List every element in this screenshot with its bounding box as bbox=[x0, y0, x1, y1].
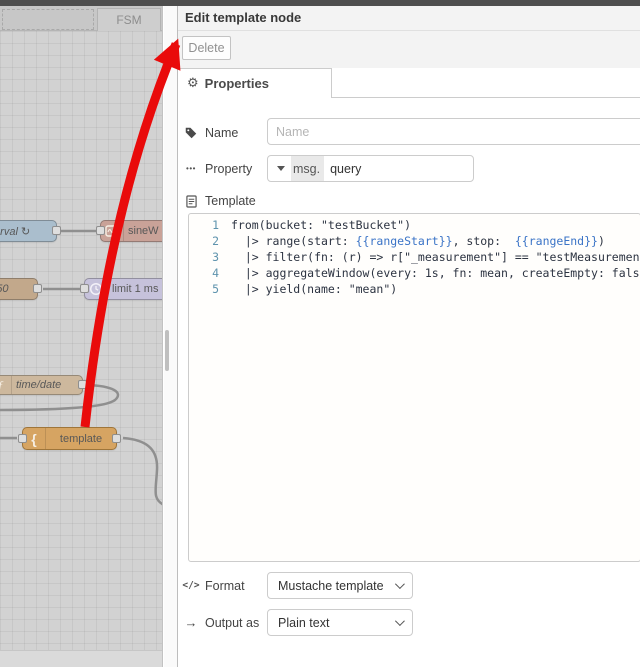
mustache-token: {{rangeStart}} bbox=[355, 234, 453, 248]
code-icon: </> bbox=[182, 580, 200, 591]
property-typed-input[interactable]: msg. query bbox=[267, 155, 474, 182]
flow-node-template[interactable]: {template bbox=[18, 427, 121, 450]
name-placeholder: Name bbox=[276, 124, 310, 139]
property-label: Property bbox=[205, 161, 253, 176]
flow-node-label: terval ↻ bbox=[0, 225, 31, 238]
template-label-row: Template bbox=[184, 192, 256, 210]
mustache-token: {{rangeEnd}} bbox=[514, 234, 598, 248]
template-code-editor[interactable]: 1 from(bucket: "testBucket") 2 |> range(st… bbox=[188, 213, 640, 562]
dialog-toolbar: Delete bbox=[178, 31, 640, 68]
flow-node-limit[interactable]: limit 1 ms bbox=[80, 278, 162, 300]
name-label-row: Name bbox=[184, 119, 238, 146]
flow-node-label: sineW bbox=[128, 225, 159, 237]
flow-node-label: template bbox=[59, 432, 103, 445]
node-port[interactable] bbox=[33, 284, 42, 293]
edit-node-dialog: Edit template node Delete ⚙ Properties N… bbox=[177, 0, 640, 667]
name-label: Name bbox=[205, 125, 239, 140]
flow-node-label: limit 1 ms bbox=[112, 283, 159, 295]
dialog-title: Edit template node bbox=[178, 6, 640, 31]
file-icon bbox=[184, 194, 198, 208]
flow-canvas[interactable]: FSM terval ↻ sineW s-150 limit 1 ms f time/da… bbox=[0, 0, 163, 667]
format-select-value: Mustache template bbox=[278, 578, 384, 593]
canvas-grid bbox=[0, 31, 162, 650]
chevron-down-icon[interactable] bbox=[277, 166, 285, 171]
code-line: 5 |> yield(name: "mean") bbox=[212, 282, 398, 296]
node-port[interactable] bbox=[18, 433, 27, 443]
code-line: 1 from(bucket: "testBucket") bbox=[212, 218, 412, 232]
tab-properties[interactable]: ⚙ Properties bbox=[178, 68, 332, 98]
code-line: 2 |> range(start: {{rangeStart}}, stop: … bbox=[212, 234, 605, 248]
canvas-footer bbox=[0, 650, 162, 667]
ellipsis-icon: ••• bbox=[186, 164, 196, 173]
flow-tab-fsm[interactable]: FSM bbox=[97, 8, 161, 31]
window-top-strip bbox=[0, 0, 640, 6]
flow-node-sinewave[interactable]: sineW bbox=[96, 220, 162, 242]
gear-icon: ⚙ bbox=[187, 76, 199, 91]
node-port[interactable] bbox=[112, 433, 121, 443]
flow-tabbar: FSM bbox=[0, 6, 162, 31]
node-port[interactable] bbox=[80, 284, 89, 293]
property-value[interactable]: query bbox=[324, 162, 361, 176]
node-port[interactable] bbox=[78, 380, 87, 389]
property-label-row: ••• Property bbox=[184, 155, 252, 182]
output-select-value: Plain text bbox=[278, 615, 330, 630]
flow-node-time-date[interactable]: f time/date bbox=[0, 375, 87, 395]
tag-icon bbox=[184, 127, 198, 139]
format-select[interactable]: Mustache template bbox=[267, 572, 413, 599]
code-line: 4 |> aggregateWindow(every: 1s, fn: mean… bbox=[212, 266, 640, 280]
flow-node-label: s-150 bbox=[0, 283, 9, 295]
format-label-row: </> Format bbox=[182, 572, 245, 599]
f-icon: f bbox=[0, 376, 12, 394]
chevron-down-icon bbox=[394, 579, 405, 590]
name-input[interactable]: Name bbox=[267, 118, 640, 145]
canvas-scrollbar-thumb[interactable] bbox=[165, 330, 169, 371]
node-port[interactable] bbox=[52, 226, 61, 235]
output-label-row: → Output as bbox=[184, 609, 260, 636]
node-port[interactable] bbox=[96, 226, 105, 235]
output-label: Output as bbox=[205, 615, 260, 630]
arrow-right-icon: → bbox=[184, 615, 198, 630]
format-label: Format bbox=[205, 578, 245, 593]
output-select[interactable]: Plain text bbox=[267, 609, 413, 636]
tab-rule bbox=[332, 97, 640, 98]
app-root: FSM terval ↻ sineW s-150 limit 1 ms f time/da… bbox=[0, 0, 640, 667]
delete-button[interactable]: Delete bbox=[182, 36, 231, 60]
code-line: 3 |> filter(fn: (r) => r["_measurement"]… bbox=[212, 250, 640, 264]
tab-properties-label: Properties bbox=[204, 76, 269, 91]
template-label: Template bbox=[205, 194, 256, 208]
chevron-down-icon bbox=[394, 616, 405, 627]
flow-node-ms-150[interactable]: s-150 bbox=[0, 278, 42, 300]
flow-node-label: time/date bbox=[16, 379, 62, 391]
property-type-chip[interactable]: msg. bbox=[291, 156, 325, 181]
flow-node-interval[interactable]: terval ↻ bbox=[0, 220, 61, 242]
flow-tab-partial[interactable] bbox=[2, 9, 94, 30]
